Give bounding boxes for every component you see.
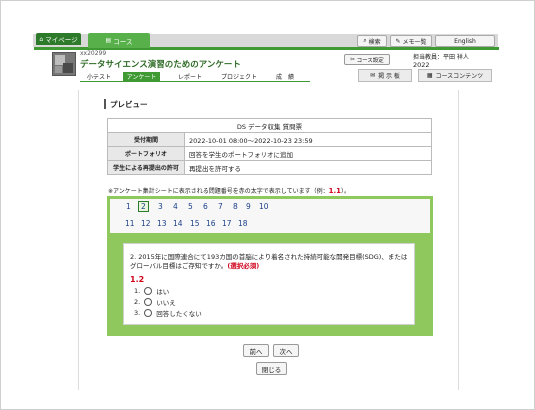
course-settings-label: コース設定 <box>356 57 384 64</box>
course-settings-button[interactable]: ✂ コース設定 <box>344 54 390 65</box>
option-3-number: 3. <box>134 309 141 317</box>
question-sheet-number: 1.2 <box>130 275 145 284</box>
board-button[interactable]: ✉ 掲 示 板 <box>358 69 412 82</box>
subnav-grades[interactable]: 成 績 <box>268 72 302 81</box>
heading-marker <box>104 99 106 109</box>
subnav-quiz[interactable]: 小テスト <box>82 72 116 81</box>
english-button-label: English <box>454 37 476 45</box>
qnum-7[interactable]: 7 <box>218 202 223 211</box>
course-tab-label: コース <box>113 37 133 46</box>
wrench-icon: ✂ <box>350 56 355 63</box>
qnum-13[interactable]: 13 <box>157 219 167 228</box>
qnum-1[interactable]: 1 <box>126 202 131 211</box>
main-left-border <box>78 90 79 390</box>
search-icon: ⌕ <box>363 37 367 44</box>
qnum-4[interactable]: 4 <box>173 202 178 211</box>
subnav-report[interactable]: レポート <box>173 72 207 81</box>
portfolio-label: ポートフォリオ <box>107 146 185 161</box>
english-button[interactable]: English <box>435 35 495 47</box>
mypage-tab[interactable]: ⌂ マイページ <box>36 33 81 45</box>
qnum-12[interactable]: 12 <box>141 219 151 228</box>
survey-title: DS データ収集 質問票 <box>107 118 432 133</box>
qnum-15[interactable]: 15 <box>190 219 200 228</box>
subnav-underline <box>80 81 310 82</box>
main-right-border <box>458 90 459 390</box>
note-end: ）。 <box>341 188 351 195</box>
period-value: 2022-10-01 08:00～2022-10-23 23:59 <box>184 132 432 147</box>
note-example: 1.1 <box>328 187 342 195</box>
option-3-radio[interactable] <box>144 309 153 317</box>
qnum-11[interactable]: 11 <box>125 219 135 228</box>
course-code: xx20299 <box>80 50 107 57</box>
course-logo <box>52 52 76 76</box>
resubmit-value: 再提出を許可する <box>184 160 432 175</box>
course-tab[interactable]: ▤ コース <box>88 33 150 48</box>
qnum-17[interactable]: 17 <box>222 219 232 228</box>
memo-list-button[interactable]: ✎ メモ一覧 <box>390 35 432 47</box>
close-button[interactable]: 閉じる <box>256 362 287 375</box>
option-2-number: 2. <box>134 298 141 306</box>
next-button[interactable]: 次へ <box>273 344 299 357</box>
qnum-14[interactable]: 14 <box>173 219 183 228</box>
survey-info-table: DS データ収集 質問票 受付期間 2022-10-01 08:00～2022-… <box>107 118 432 175</box>
qnum-16[interactable]: 16 <box>206 219 216 228</box>
option-2-radio[interactable] <box>144 298 153 306</box>
question-text: 2. 2015年に国際連合にて193カ国の首脳により着名された持続可能な開発目標… <box>130 253 408 271</box>
option-3[interactable]: 3. 回答したくない <box>134 308 202 318</box>
question-body: 2. 2015年に国際連合にて193カ国の首脳により着名された持続可能な開発目標… <box>130 253 408 270</box>
option-1-radio[interactable] <box>144 287 153 295</box>
option-2-label: いいえ <box>156 299 176 307</box>
qnum-18[interactable]: 18 <box>238 219 248 228</box>
qnum-10[interactable]: 10 <box>259 202 269 211</box>
qnum-3[interactable]: 3 <box>158 202 163 211</box>
qnum-6[interactable]: 6 <box>203 202 208 211</box>
qnum-5[interactable]: 5 <box>188 202 193 211</box>
board-label: 掲 示 板 <box>378 73 400 80</box>
qnum-8[interactable]: 8 <box>233 202 238 211</box>
preview-heading: プレビュー <box>110 100 148 109</box>
option-1-label: はい <box>156 288 170 296</box>
option-1-number: 1. <box>134 287 141 295</box>
option-3-label: 回答したくない <box>156 310 202 318</box>
prev-button[interactable]: 前へ <box>243 344 269 357</box>
home-icon: ⌂ <box>39 35 44 43</box>
chat-icon: ✉ <box>370 72 376 79</box>
book-icon: ▤ <box>105 37 112 44</box>
course-year: 2022 <box>413 61 430 69</box>
search-button[interactable]: ⌕ 検索 <box>357 35 387 47</box>
teacher-name: 担当教員：平田 祥人 <box>413 54 469 61</box>
memo-icon: ✎ <box>395 37 401 45</box>
course-title: データサイエンス演習のためのアンケート <box>80 60 241 70</box>
mypage-tab-label: マイページ <box>45 36 78 44</box>
period-label: 受付期間 <box>107 132 185 147</box>
numbering-note: ※アンケート集計シートに表示される問題番号を赤の太字で表示しています（例：1.1… <box>108 186 350 195</box>
subnav-project[interactable]: プロジェクト <box>217 72 261 81</box>
question-card: 2. 2015年に国際連合にて193カ国の首脳により着名された持続可能な開発目標… <box>123 243 415 325</box>
portfolio-value: 回答を学生のポートフォリオに追加 <box>184 146 432 161</box>
option-1[interactable]: 1. はい <box>134 286 169 296</box>
course-contents-button[interactable]: ▦ コースコンテンツ <box>418 69 492 82</box>
resubmit-label: 学生による再提出の許可 <box>107 160 185 175</box>
option-2[interactable]: 2. いいえ <box>134 297 176 307</box>
note-text: ※アンケート集計シートに表示される問題番号を赤の太字で表示しています（例： <box>108 188 329 195</box>
qnum-2-current[interactable]: 2 <box>138 201 149 212</box>
memo-button-label: メモ一覧 <box>402 38 427 46</box>
subnav-survey[interactable]: アンケート <box>123 72 160 81</box>
contents-icon: ▦ <box>426 72 433 79</box>
search-button-label: 検索 <box>368 38 381 46</box>
question-number-nav: 1 2 3 4 5 6 7 8 9 10 11 12 13 14 15 16 1… <box>110 199 430 233</box>
qnum-9[interactable]: 9 <box>246 202 251 211</box>
contents-label: コースコンテンツ <box>435 73 484 80</box>
required-badge: (選択必須) <box>227 262 260 270</box>
